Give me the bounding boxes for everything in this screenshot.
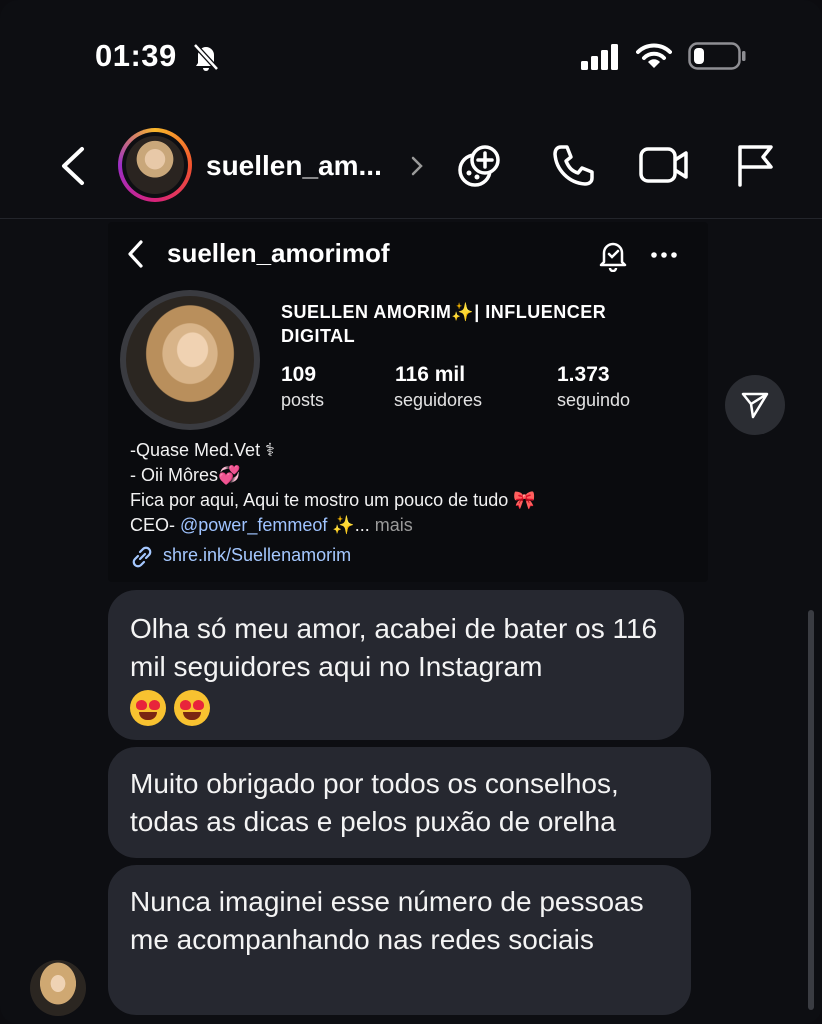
battery-icon [688, 42, 746, 70]
bell-icon [599, 242, 627, 272]
message-text-2: Muito obrigado por todos os conselhos, t… [130, 768, 619, 837]
message-bubble-1[interactable]: Olha só meu amor, acabei de bater os 116… [108, 590, 684, 740]
more-icon [651, 252, 677, 258]
card-username: suellen_amorimof [167, 238, 390, 268]
back-icon[interactable] [56, 146, 90, 186]
card-back-icon [128, 240, 143, 268]
stat-posts-label: posts [281, 390, 325, 410]
bio-line-2: - Oii Môres💞 [130, 465, 241, 485]
stat-following-value: 1.373 [557, 363, 610, 386]
scrollbar[interactable] [808, 610, 814, 1010]
message-text-3: Nunca imaginei esse número de pessoas me… [130, 886, 644, 955]
stat-following-label: seguindo [557, 390, 631, 410]
share-button[interactable] [725, 375, 785, 435]
header-username[interactable]: suellen_am... [206, 150, 382, 182]
phone-icon[interactable] [551, 143, 595, 187]
bio-line-3: Fica por aqui, Aqui te mostro um pouco d… [130, 490, 536, 510]
header-avatar[interactable] [118, 128, 192, 202]
heart-eyes-emoji-icon [130, 690, 166, 726]
bio-more: mais [374, 515, 413, 535]
link-text: shre.ink/Suellenamorim [163, 545, 352, 565]
status-time: 01:39 [95, 38, 177, 73]
message-emojis [130, 690, 662, 730]
send-icon [741, 392, 769, 419]
stat-posts-value: 109 [281, 363, 317, 386]
message-bubble-2[interactable]: Muito obrigado por todos os conselhos, t… [108, 747, 711, 858]
sender-avatar[interactable] [30, 960, 86, 1016]
wifi-icon [636, 43, 672, 68]
profile-avatar [120, 290, 260, 430]
bio-ceo-prefix: CEO- [130, 515, 181, 535]
bio-line-4: CEO- @power_femmeof ✨... mais [130, 515, 413, 536]
signal-icon [581, 44, 618, 70]
heart-eyes-emoji-icon [174, 690, 210, 726]
message-text-1: Olha só meu amor, acabei de bater os 116… [130, 613, 658, 682]
header-divider [0, 218, 822, 219]
stat-followers-value: 116 mil [395, 363, 466, 386]
bio-line-1: -Quase Med.Vet ⚕ [130, 440, 275, 460]
bio-ceo-suffix: ✨... [327, 515, 370, 535]
stat-followers-label: seguidores [394, 390, 483, 410]
message-bubble-3[interactable]: Nunca imaginei esse número de pessoas me… [108, 865, 691, 1015]
games-icon[interactable] [455, 142, 505, 188]
video-icon[interactable] [639, 145, 689, 185]
link-icon [132, 546, 152, 568]
profile-display-name: SUELLEN AMORIM✨| INFLUENCER DIGITAL [281, 302, 607, 346]
flag-icon[interactable] [735, 143, 775, 187]
dm-screen: 01:39 suellen_am... suellen_amorimof SUE… [0, 0, 822, 1024]
chevron-right-icon[interactable] [410, 155, 424, 177]
bio-handle: @power_femmeof [180, 515, 328, 535]
bell-slash-icon [193, 43, 219, 71]
